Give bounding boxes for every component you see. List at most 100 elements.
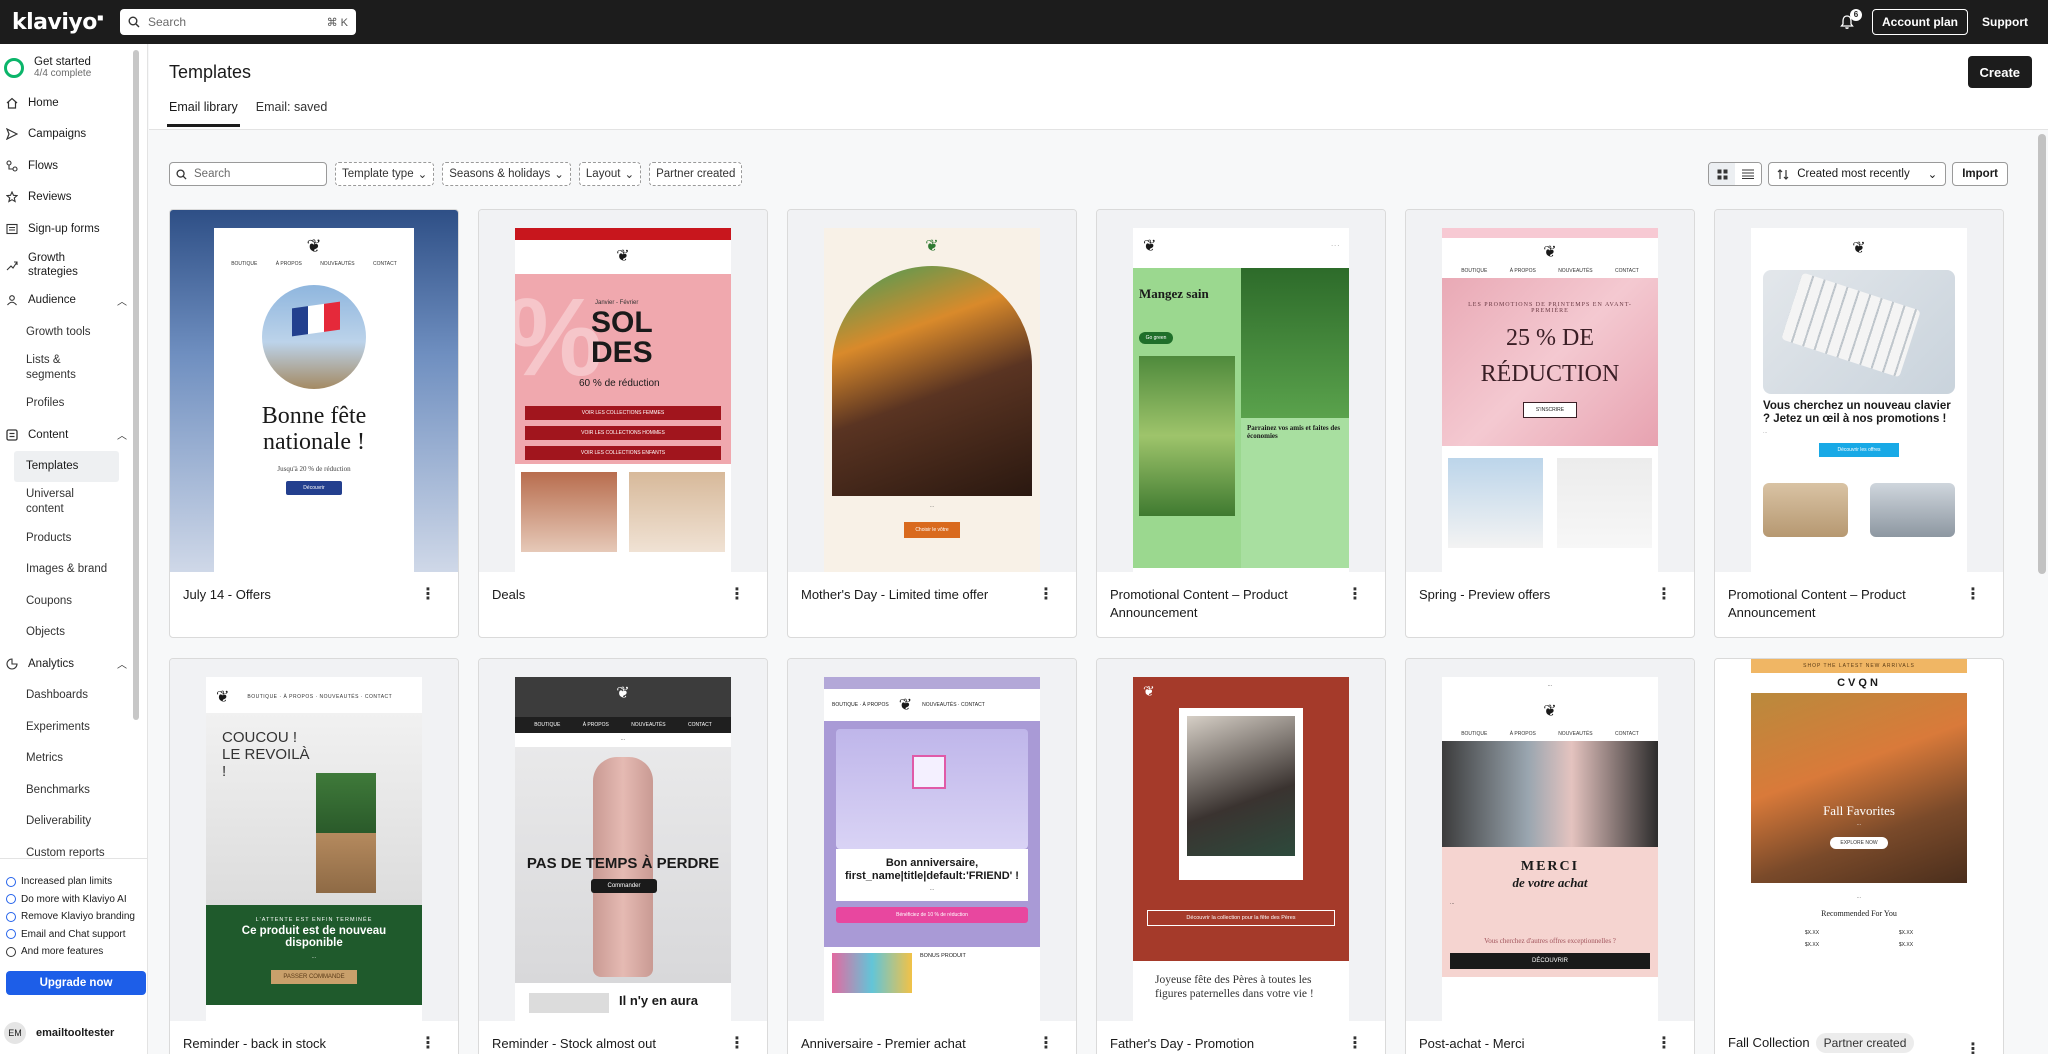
chevron-down-icon: ⌄ bbox=[1927, 169, 1938, 181]
list-view-button[interactable] bbox=[1735, 163, 1762, 185]
nav-templates[interactable]: Templates bbox=[14, 450, 119, 482]
more-options-icon[interactable]: ⋮ bbox=[420, 1036, 436, 1052]
more-options-icon[interactable]: ⋮ bbox=[729, 1036, 745, 1052]
tab-email-library[interactable]: Email library bbox=[167, 100, 240, 127]
template-grid: ❦ BOUTIQUE À PROPOS NOUVEAUTÉS CONTACT Bonn… bbox=[169, 209, 2004, 1054]
support-link[interactable]: Support bbox=[1982, 15, 2028, 29]
fall-brand-logo: CVQN bbox=[1837, 677, 1881, 689]
template-type-filter[interactable]: Template type ⌄ bbox=[335, 162, 435, 186]
more-options-icon[interactable]: ⋮ bbox=[1038, 587, 1054, 603]
page-header: Templates Create Email library Email: sa… bbox=[149, 44, 2048, 130]
search-shortcut: ⌘ K bbox=[326, 16, 348, 29]
nav-lists-segments[interactable]: Lists & segments bbox=[0, 348, 80, 388]
nav-products[interactable]: Products bbox=[0, 522, 147, 554]
more-options-icon[interactable]: ⋮ bbox=[420, 587, 436, 603]
more-options-icon[interactable]: ⋮ bbox=[1965, 587, 1981, 603]
nav-signup-forms[interactable]: Sign-up forms bbox=[0, 213, 147, 245]
nav-dashboards[interactable]: Dashboards bbox=[0, 680, 147, 712]
email-preview: ❦ Vous cherchez un nouveau clavier ? Jet… bbox=[1751, 228, 1967, 572]
partner-created-badge: Partner created bbox=[1815, 1033, 1915, 1053]
template-card[interactable]: BOUTIQUE · À PROPOS ❦ NOUVEAUTÉS · CONTA… bbox=[787, 658, 1077, 1054]
nav-objects[interactable]: Objects bbox=[0, 617, 147, 649]
template-card[interactable]: SHOP THE LATEST NEW ARRIVALS CVQN Fall F… bbox=[1714, 658, 2004, 1054]
nav-experiments[interactable]: Experiments bbox=[0, 711, 147, 743]
plant-image: COUCOU ! LE REVOILÀ ! bbox=[206, 713, 422, 905]
almost-headline: PAS DE TEMPS À PERDRE bbox=[526, 855, 720, 872]
template-card[interactable]: ❦ Vous cherchez un nouveau clavier ? Jet… bbox=[1714, 209, 2004, 638]
more-options-icon[interactable]: ⋮ bbox=[1656, 587, 1672, 603]
nav-flows[interactable]: Flows bbox=[0, 150, 147, 182]
nav-analytics[interactable]: Analytics ︿ bbox=[0, 648, 147, 680]
nav-universal-content[interactable]: Universal content bbox=[0, 482, 86, 522]
promo-code-notice: ⋯ bbox=[1547, 683, 1553, 689]
merci-body: MERCI de votre achat ⋯ Vous cherchez d'a… bbox=[1442, 847, 1658, 977]
template-card[interactable]: ❦ BOUTIQUE À PROPOS NOUVEAUTÉS CONTACT Bonn… bbox=[169, 209, 459, 638]
july-button: Découvrir bbox=[286, 481, 342, 495]
email-preview: ❦ BOUTIQUE À PROPOS NOUVEAUTÉS CONTACT Bonn… bbox=[214, 228, 414, 572]
home-icon bbox=[6, 97, 20, 109]
more-options-icon[interactable]: ⋮ bbox=[1965, 1042, 1981, 1054]
avatar: EM bbox=[4, 1022, 26, 1044]
template-card[interactable]: ❦ BOUTIQUE À PROPOS NOUVEAUTÉS CONTACT LES … bbox=[1405, 209, 1695, 638]
import-button[interactable]: Import bbox=[1952, 162, 2008, 186]
nav-content[interactable]: Content ︿ bbox=[0, 419, 147, 451]
partner-created-filter[interactable]: Partner created bbox=[649, 162, 743, 186]
notifications-button[interactable]: 6 bbox=[1836, 9, 1862, 33]
template-card[interactable]: ⋯ ❦ BOUTIQUE À PROPOS NOUVEAUTÉS CONTACT ME… bbox=[1405, 658, 1695, 1054]
more-options-icon[interactable]: ⋮ bbox=[729, 587, 745, 603]
father-headline: Joyeuse fête des Pères à toutes les figu… bbox=[1155, 974, 1314, 1000]
nav-profiles[interactable]: Profiles bbox=[0, 388, 147, 420]
template-card[interactable]: ❦ Découvrir la collection pour la fête d… bbox=[1096, 658, 1386, 1054]
main-scrollbar[interactable] bbox=[2038, 134, 2046, 574]
account-plan-button[interactable]: Account plan bbox=[1871, 9, 1968, 35]
create-button[interactable]: Create bbox=[1967, 56, 2032, 88]
nav-benchmarks[interactable]: Benchmarks bbox=[0, 774, 147, 806]
email-nav: ❦ BOUTIQUE · À PROPOS · NOUVEAUTÉS · CON… bbox=[216, 689, 393, 706]
more-options-icon[interactable]: ⋮ bbox=[1347, 1036, 1363, 1052]
nav-deliverability[interactable]: Deliverability bbox=[0, 806, 147, 838]
page-title: Templates bbox=[169, 62, 252, 82]
nav-reviews[interactable]: Reviews bbox=[0, 182, 147, 214]
tab-email-saved[interactable]: Email: saved bbox=[254, 100, 330, 127]
leaf-logo-icon: ❦ bbox=[925, 238, 939, 255]
leaf-logo-icon: ❦ bbox=[1143, 683, 1155, 699]
layout-filter[interactable]: Layout ⌄ bbox=[578, 162, 642, 186]
sort-select[interactable]: Created most recently ⌄ bbox=[1768, 162, 1947, 186]
promo-keyboard-headline: Vous cherchez un nouveau clavier ? Jetez… bbox=[1763, 400, 1951, 425]
email-preview: ❦ BOUTIQUE À PROPOS NOUVEAUTÉS CONTACT LES … bbox=[1442, 228, 1658, 572]
get-started[interactable]: Get started 4/4 complete bbox=[0, 44, 147, 87]
more-options-icon[interactable]: ⋮ bbox=[1656, 1036, 1672, 1052]
mother-image bbox=[832, 266, 1032, 496]
nav-home[interactable]: Home bbox=[0, 87, 147, 119]
nav-growth-tools[interactable]: Growth tools bbox=[0, 316, 147, 348]
seasons-filter[interactable]: Seasons & holidays ⌄ bbox=[442, 162, 571, 186]
user-menu[interactable]: EM emailtooltester bbox=[4, 1022, 114, 1044]
vegetables-image bbox=[1139, 356, 1235, 516]
template-card[interactable]: ❦ · · · Mangez sain Go green Parrainez v bbox=[1096, 209, 1386, 638]
anniv-headline: Bon anniversaire, first_name|title|defau… bbox=[845, 857, 1019, 882]
nav-campaigns[interactable]: Campaigns bbox=[0, 119, 147, 151]
nav-images-brand[interactable]: Images & brand bbox=[0, 554, 147, 586]
global-search-input[interactable]: Search ⌘ K bbox=[120, 9, 356, 35]
template-card[interactable]: ❦ BOUTIQUE À PROPOS NOUVEAUTÉS CONTACT ⋯ PA… bbox=[478, 658, 768, 1054]
mother-button: Choisir le vôtre bbox=[904, 522, 960, 538]
upgrade-now-button[interactable]: Upgrade now bbox=[6, 970, 146, 995]
upsell-label: Increased plan limits bbox=[21, 876, 113, 888]
leaf-logo-icon: ❦ bbox=[216, 689, 230, 706]
nav-audience[interactable]: Audience ︿ bbox=[0, 285, 147, 317]
template-card[interactable]: ❦ ⋯ Choisir le vôtre Mother's Day - Limi… bbox=[787, 209, 1077, 638]
grid-view-button[interactable] bbox=[1709, 163, 1736, 185]
nav-coupons[interactable]: Coupons bbox=[0, 585, 147, 617]
template-search-input[interactable]: Search bbox=[169, 162, 327, 186]
template-card[interactable]: ❦ BOUTIQUE · À PROPOS · NOUVEAUTÉS · CON… bbox=[169, 658, 459, 1054]
nav-growth-strategies[interactable]: Growth strategies bbox=[0, 245, 147, 285]
more-options-icon[interactable]: ⋮ bbox=[1038, 1036, 1054, 1052]
template-search-placeholder: Search bbox=[194, 168, 231, 180]
template-card[interactable]: ❦ % Janvier - Février SOLDES 60 % de réd… bbox=[478, 209, 768, 638]
klaviyo-logo[interactable]: klaviyo▪ bbox=[12, 10, 108, 35]
view-toggle bbox=[1708, 162, 1763, 186]
almost-footer-text: Il n'y en aura bbox=[619, 993, 698, 1008]
nav-metrics[interactable]: Metrics bbox=[0, 743, 147, 775]
more-options-icon[interactable]: ⋮ bbox=[1347, 587, 1363, 603]
email-preview: ❦ · · · Mangez sain Go green Parrainez v bbox=[1133, 228, 1349, 572]
